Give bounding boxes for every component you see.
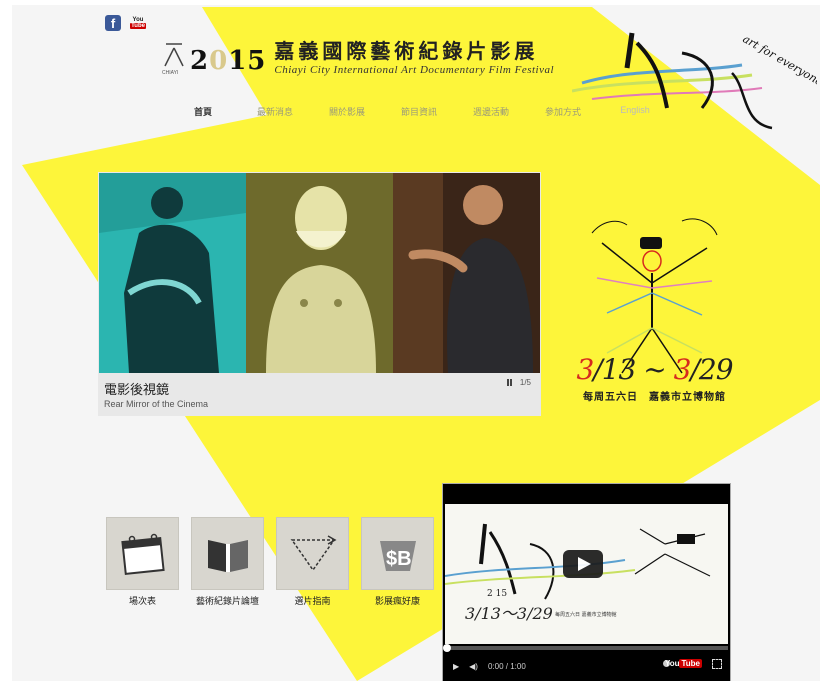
video-thumbnail: 2 15 3/13～3/29 每周五六日 嘉義市立博物館 <box>445 504 728 644</box>
date-start-day: /13 <box>593 353 636 386</box>
link-deals-label: 影展瘋好康 <box>374 597 420 607</box>
brush-text: art for everyone <box>741 32 818 89</box>
book-icon <box>191 517 264 590</box>
progress-handle[interactable] <box>443 644 451 652</box>
slide-index: 1/5 <box>519 378 531 387</box>
thumb-dates: 3/13～3/29 <box>465 604 553 623</box>
nav-news[interactable]: 最新消息 <box>239 105 311 118</box>
date-end-day: /29 <box>690 353 733 386</box>
slide-title-en: Rear Mirror of the Cinema <box>104 399 209 409</box>
youtube-video-player[interactable]: 2 15 3/13～3/29 每周五六日 嘉義市立博物館 ▶ ◀) 0:00 /… <box>442 483 731 681</box>
calendar-icon <box>106 517 179 590</box>
festival-year: 2015 <box>190 46 266 76</box>
slide-photo-teal <box>99 173 246 373</box>
year-digit: 1 <box>228 46 248 76</box>
social-links: f You Tube <box>105 15 146 31</box>
festival-titles: 嘉義國際藝術紀錄片影展 Chiayi City International Ar… <box>274 40 554 76</box>
link-schedule-label: 場次表 <box>128 597 156 607</box>
main-nav: 首頁 最新消息 關於影展 節目資訊 週邊活動 參加方式 English <box>167 105 671 118</box>
festival-title-zh: 嘉義國際藝術紀錄片影展 <box>274 39 539 63</box>
nav-events[interactable]: 週邊活動 <box>455 105 527 118</box>
thumb-year: 2 15 <box>487 589 507 599</box>
youtube-logo-a: You <box>664 659 680 668</box>
slide-photo-sepia <box>246 173 393 373</box>
link-guide-label: 選片指南 <box>294 597 331 607</box>
slider-images <box>99 173 540 373</box>
featured-slider[interactable]: 電影後視鏡 Rear Mirror of the Cinema 1/5 <box>98 172 541 416</box>
youtube-logo[interactable]: You Tube <box>665 659 702 668</box>
link-forum[interactable]: 藝術紀錄片論壇 <box>191 517 264 607</box>
logo-caption: CHIAYI <box>162 70 179 76</box>
facebook-icon[interactable]: f <box>105 15 121 31</box>
triangle-arrow-icon <box>276 517 349 590</box>
year-digit: 5 <box>247 46 267 76</box>
date-separator: ~ <box>643 353 666 386</box>
link-deals[interactable]: $B 影展瘋好康 <box>361 517 434 607</box>
slide-caption: 電影後視鏡 Rear Mirror of the Cinema 1/5 <box>98 373 541 416</box>
link-schedule[interactable]: 場次表 <box>106 517 179 607</box>
nav-participate[interactable]: 參加方式 <box>527 105 599 118</box>
date-end-month: 3 <box>673 353 692 386</box>
link-forum-label: 藝術紀錄片論壇 <box>195 597 259 607</box>
volume-icon[interactable]: ◀) <box>469 662 478 671</box>
festival-dates: 3/13 ~ 3/29 每周五六日 嘉義市立博物館 <box>572 353 737 403</box>
date-start-month: 3 <box>576 353 594 386</box>
video-controls: ▶ ◀) 0:00 / 1:00 You Tube <box>443 654 730 678</box>
slide-photo-portrait <box>393 173 540 373</box>
venue-schedule: 每周五六日 嘉義市立博物館 <box>583 392 726 403</box>
youtube-icon-bottom: Tube <box>130 23 146 29</box>
slide-title-zh: 電影後視鏡 <box>104 383 170 398</box>
video-progress-bar[interactable] <box>443 644 728 652</box>
link-guide[interactable]: 選片指南 <box>276 517 349 607</box>
nav-about[interactable]: 關於影展 <box>311 105 383 118</box>
quick-links: 場次表 藝術紀錄片論壇 選片指南 $B 影展瘋好康 <box>106 517 434 607</box>
play-icon[interactable] <box>563 550 603 578</box>
brush-logo-decoration: art for everyone <box>572 32 818 130</box>
festival-title-en: Chiayi City International Art Documentar… <box>274 64 555 76</box>
nav-english[interactable]: English <box>599 105 671 118</box>
dollar-cart-icon: $B <box>361 517 434 590</box>
site-brand[interactable]: CHIAYI 2015 嘉義國際藝術紀錄片影展 Chiayi City Inte… <box>162 40 554 76</box>
play-button-icon[interactable]: ▶ <box>453 662 459 671</box>
thumb-info: 每周五六日 嘉義市立博物館 <box>555 611 617 618</box>
youtube-icon[interactable]: You Tube <box>130 15 146 31</box>
svg-text:$B: $B <box>386 548 412 570</box>
year-digit: 0 <box>209 46 229 76</box>
date-range: 3/13 ~ 3/29 <box>572 353 737 386</box>
page-canvas: art for everyone f You Tube CHIAYI 2015 … <box>12 5 820 681</box>
year-digit: 2 <box>190 46 210 76</box>
nav-program[interactable]: 節目資訊 <box>383 105 455 118</box>
pause-icon[interactable] <box>506 379 512 386</box>
nav-home[interactable]: 首頁 <box>167 105 239 118</box>
slider-pager: 1/5 <box>506 378 531 387</box>
festival-logo-icon: CHIAYI <box>162 42 186 76</box>
youtube-logo-b: Tube <box>679 659 702 668</box>
fullscreen-icon[interactable] <box>712 659 722 669</box>
video-time: 0:00 / 1:00 <box>487 661 526 671</box>
